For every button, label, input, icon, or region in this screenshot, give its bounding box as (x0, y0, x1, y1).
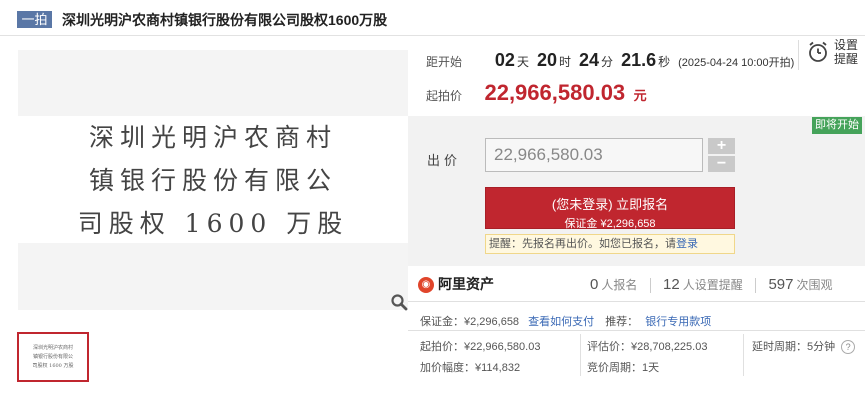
image-line-2: 镇银行股份有限公 (88, 166, 337, 195)
signup-count: 0 (590, 276, 599, 293)
bid-label: 出价 (427, 153, 462, 168)
signup-label: (您未登录) 立即报名 (551, 197, 669, 212)
details-divider (408, 330, 865, 331)
thumbnail-text: 深圳光明沪农商村 镇银行股份有限公 司股权 1600 万股 (32, 345, 74, 369)
page-title: 深圳光明沪农商村镇银行股份有限公司股权1600万股 (62, 12, 388, 28)
currency-unit: 元 (633, 88, 647, 103)
auction-stats: 0 人报名 12 人设置提醒 597 次围观 (590, 276, 833, 294)
login-tip: 提醒：先报名再出价。如您已报名，请登录 (485, 234, 735, 254)
ali-asset-logo-icon: ◉ (418, 277, 434, 294)
start-price-value: 22,966,580.03 (484, 80, 626, 105)
start-price-label: 起拍价 (426, 89, 463, 103)
platform-logo[interactable]: ◉ 阿里资产 (418, 274, 494, 294)
magnifier-icon[interactable] (390, 293, 408, 311)
countdown-label: 距开始 (426, 55, 463, 69)
image-thumbnail[interactable]: 深圳光明沪农商村 镇银行股份有限公 司股权 1600 万股 (17, 332, 89, 382)
login-link[interactable]: 登录 (676, 238, 698, 250)
detail-delay-cycle: 延时周期：5分钟? (752, 338, 856, 355)
signup-deposit: 保证金 ¥2,296,658 (564, 218, 656, 230)
set-reminder-button[interactable]: 设置 提醒 (834, 38, 858, 66)
image-line-3: 司股权 1600 万股 (77, 209, 349, 238)
stats-divider (408, 301, 865, 302)
countdown-minutes: 24 (579, 50, 600, 70)
alarm-clock-icon[interactable] (806, 40, 830, 64)
countdown: 距开始 02 天 20 时 24 分 21.6 秒 (2025-04-24 10:00开拍) (426, 50, 795, 70)
how-to-pay-link[interactable]: 查看如何支付 (528, 316, 594, 328)
view-count: 597 (768, 276, 794, 293)
countdown-hours: 20 (536, 50, 557, 70)
deposit-row: 保证金：¥2,296,658 查看如何支付 推荐： 银行专用款项 (420, 316, 712, 328)
image-line-1: 深圳光明沪农商村 (88, 123, 337, 152)
signup-button[interactable]: (您未登录) 立即报名 保证金 ¥2,296,658 (485, 187, 735, 230)
detail-increment: 加价幅度：¥114,832 (420, 362, 521, 374)
increase-bid-button[interactable]: + (708, 138, 735, 154)
deposit-text: 保证金：¥2,296,658 (420, 316, 520, 328)
countdown-days: 02 (494, 50, 515, 70)
status-badge: 即将开始 (812, 117, 862, 134)
question-icon[interactable]: ? (841, 340, 856, 355)
detail-appraisal: 评估价：¥28,708,225.03 (587, 341, 708, 353)
detail-start-price: 起拍价：¥22,966,580.03 (420, 341, 541, 353)
decrease-bid-button[interactable]: − (708, 156, 735, 172)
bid-price-input[interactable]: 22,966,580.03 (485, 138, 703, 172)
header-divider (0, 35, 865, 36)
bank-payment-link[interactable]: 银行专用款项 (645, 316, 711, 328)
item-image-text: 深圳光明沪农商村 镇银行股份有限公 司股权 1600 万股 (18, 116, 408, 245)
detail-bid-cycle: 竞价周期：1天 (587, 362, 660, 374)
start-price-row: 起拍价 22,966,580.03 元 (426, 80, 647, 106)
setting-divider (798, 40, 799, 70)
start-time-note: (2025-04-24 10:00开拍) (678, 57, 795, 69)
reminder-count: 12 (663, 276, 680, 293)
auction-round-tag: 一拍 (17, 11, 52, 28)
countdown-seconds: 21.6 (621, 50, 657, 70)
